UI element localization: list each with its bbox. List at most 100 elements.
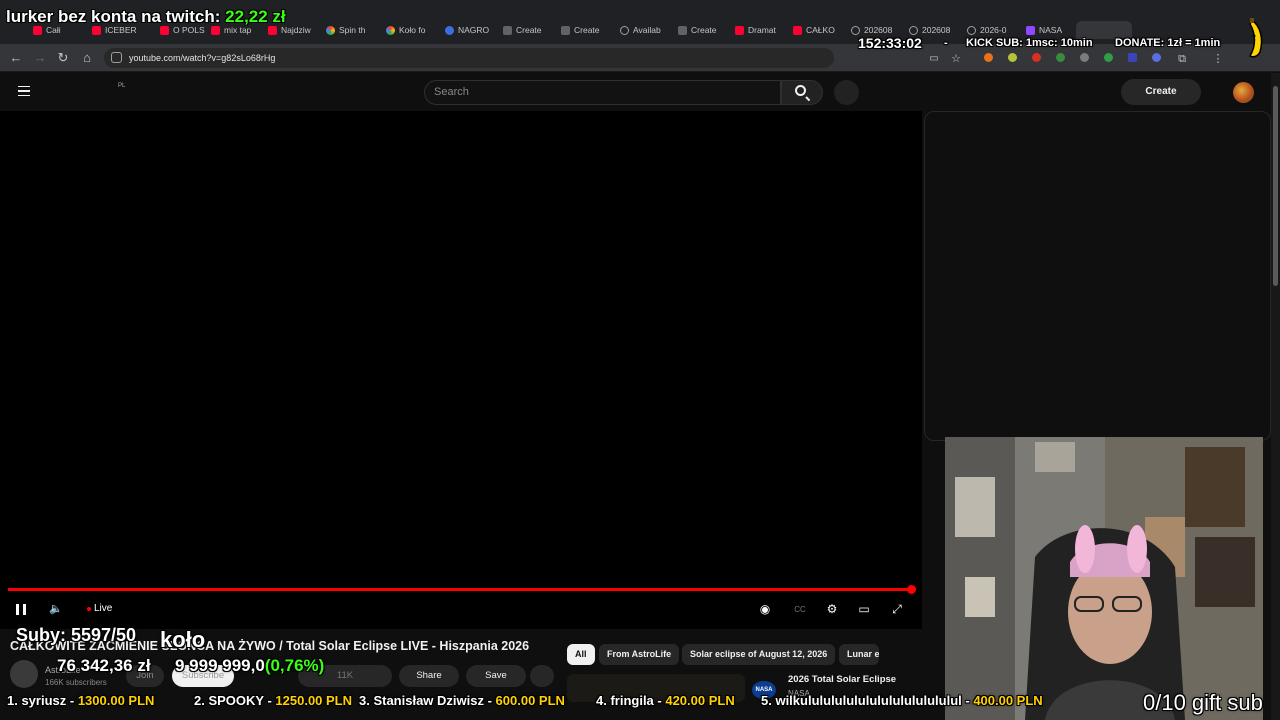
site-info-icon[interactable] <box>111 52 122 63</box>
extension-icon[interactable] <box>1080 53 1089 62</box>
bookmark-star-icon[interactable]: ☆ <box>948 51 964 67</box>
browser-tab-label: Availab <box>633 25 661 35</box>
chip-solar-eclipse[interactable]: Solar eclipse of August 12, 2026 <box>682 644 836 665</box>
search-placeholder: Search <box>434 86 469 98</box>
fullscreen-icon[interactable]: ⤢ <box>890 603 904 616</box>
account-avatar[interactable] <box>1233 82 1254 103</box>
youtube-icon <box>793 25 802 35</box>
timer-separator: - <box>944 37 948 49</box>
browser-tab-label: 202608 <box>922 25 951 35</box>
browser-tab-label: NAGRO <box>458 25 490 35</box>
browser-tab-label: NASA <box>1039 25 1063 35</box>
video-player[interactable] <box>0 111 922 629</box>
sub-counter: Suby: 5597/50 <box>16 625 137 645</box>
donor-name: 5. wilkulululululululululululululul - <box>761 693 974 708</box>
browser-tab[interactable]: NAGRO <box>445 22 497 38</box>
youtube-icon <box>735 25 744 35</box>
browser-tab[interactable]: Create <box>561 22 613 38</box>
chip-all[interactable]: All <box>567 644 595 665</box>
browser-tab[interactable]: Koło fo <box>386 22 438 38</box>
browser-tab[interactable]: Dramat <box>735 22 787 38</box>
banana-mascot-icon <box>1248 18 1263 58</box>
live-dot-icon <box>87 607 91 611</box>
browser-tab[interactable]: Spin th <box>326 22 378 38</box>
scrollbar-thumb[interactable] <box>1273 86 1278 286</box>
donor-name: 3. Stanisław Dziwisz - <box>359 693 496 708</box>
extension-icon[interactable] <box>1104 53 1113 62</box>
browser-tab[interactable]: 2026-0 <box>967 22 1019 38</box>
goal-amount: 9 999 999,0 <box>175 656 265 675</box>
browser-tab-label: Create <box>691 25 717 35</box>
streamer-webcam <box>945 437 1263 720</box>
extension-icon[interactable] <box>1128 53 1137 62</box>
browser-tab-label: Spin th <box>339 25 366 35</box>
extension-icon[interactable] <box>1032 53 1041 62</box>
captions-icon[interactable]: CC <box>793 603 807 616</box>
back-icon[interactable]: ← <box>8 50 24 66</box>
forward-icon[interactable]: → <box>32 50 48 66</box>
donor-name: 4. fringila - <box>596 693 666 708</box>
donation-total: 76 342,36 zł <box>57 656 151 676</box>
stream-timer: 152:33:02 <box>858 35 922 51</box>
extension-icon[interactable] <box>984 53 993 62</box>
volume-icon[interactable]: 🔈 <box>49 603 63 616</box>
doc-icon <box>561 25 570 35</box>
lurker-label: lurker bez konta na twitch: <box>6 7 221 26</box>
browser-tab-label: CAŁKO <box>806 25 835 35</box>
create-button[interactable]: Create <box>1121 79 1201 105</box>
browser-tab[interactable]: NASA <box>1026 22 1078 38</box>
chip-from-channel[interactable]: From AstroLife <box>599 644 680 665</box>
autoplay-toggle-icon[interactable]: ◉ <box>758 603 772 616</box>
share-button[interactable]: Share <box>399 665 459 687</box>
extensions-puzzle-icon[interactable]: ⧉ <box>1174 51 1190 67</box>
progress-bar-fill <box>8 588 912 591</box>
donor-entry: 3. Stanisław Dziwisz - 600.00 PLN <box>359 693 565 708</box>
donor-amount: 400.00 PLN <box>973 693 1043 708</box>
reload-icon[interactable]: ↻ <box>55 50 71 66</box>
extension-icon[interactable] <box>1056 53 1065 62</box>
menu-dots-icon[interactable]: ⋮ <box>1210 51 1226 67</box>
more-actions-button[interactable] <box>530 665 554 687</box>
pause-icon[interactable] <box>16 604 26 615</box>
hamburger-menu-icon[interactable] <box>18 86 30 96</box>
gift-sub-counter: 0/10 gift sub <box>1143 690 1263 715</box>
extension-icon[interactable] <box>1152 53 1161 62</box>
wheel-label: koło <box>160 627 206 652</box>
theater-mode-icon[interactable]: ▭ <box>857 603 871 616</box>
voice-search-button[interactable] <box>834 80 859 105</box>
youtube-logo[interactable]: PL <box>118 83 125 89</box>
browser-tab-label: Dramat <box>748 25 776 35</box>
donate-info: DONATE: 1zł = 1min <box>1115 37 1221 49</box>
browser-tab[interactable]: Availab <box>620 22 672 38</box>
search-icon[interactable] <box>795 85 806 96</box>
globe-icon <box>620 25 629 35</box>
live-chat-panel <box>924 111 1271 441</box>
channel-subscriber-count: 166K subscribers <box>45 678 107 687</box>
channel-avatar[interactable] <box>10 660 38 688</box>
search-input[interactable] <box>424 80 781 105</box>
browser-tab-label: Create <box>574 25 600 35</box>
browser-tab-label: 202608 <box>864 25 893 35</box>
doc-icon <box>503 25 512 35</box>
home-icon[interactable]: ⌂ <box>79 50 95 66</box>
browser-tab[interactable]: Create <box>503 22 555 38</box>
globe-icon <box>851 25 860 35</box>
extension-icon[interactable] <box>1008 53 1017 62</box>
browser-tab-label: Create <box>516 25 542 35</box>
chip-lunar[interactable]: Lunar e <box>839 644 879 665</box>
save-button[interactable]: Save <box>466 665 526 687</box>
donor-entry: 1. syriusz - 1300.00 PLN <box>7 693 154 708</box>
live-label[interactable]: Live <box>94 603 112 614</box>
color-wheel-icon <box>326 25 335 35</box>
browser-tab-label: Koło fo <box>399 25 426 35</box>
browser-tab[interactable]: Create <box>678 22 730 38</box>
donor-entry: 5. wilkulululululululululululululul - 40… <box>761 693 1043 708</box>
donor-name: 2. SPOOKY - <box>194 693 276 708</box>
lurker-amount: 22,22 zł <box>225 7 286 26</box>
browser-tab[interactable]: CAŁKO <box>793 22 845 38</box>
kick-sub-info: KICK SUB: 1msc: 10min <box>966 37 1093 49</box>
donor-amount: 1250.00 PLN <box>275 693 353 708</box>
install-icon[interactable]: ▭ <box>926 51 942 67</box>
recommendation-title[interactable]: 2026 Total Solar Eclipse <box>788 674 896 685</box>
settings-gear-icon[interactable]: ⚙ <box>825 603 839 616</box>
